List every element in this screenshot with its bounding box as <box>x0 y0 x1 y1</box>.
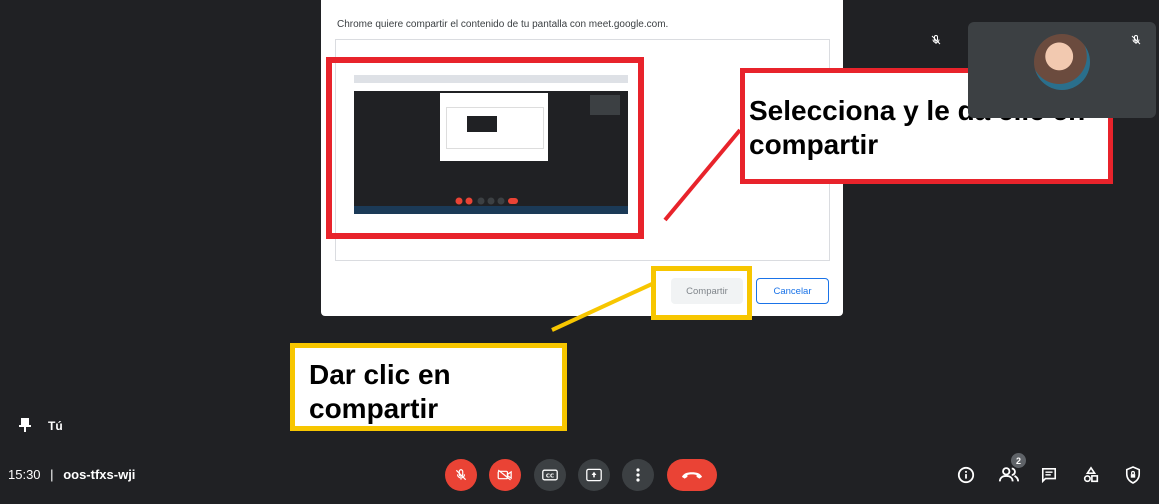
yellow-arrow-line <box>551 282 653 332</box>
avatar <box>1034 34 1090 90</box>
participant-tile[interactable] <box>968 22 1156 118</box>
yellow-highlight-box <box>651 266 752 320</box>
chat-button[interactable] <box>1038 464 1060 486</box>
host-controls-icon <box>1125 466 1141 484</box>
more-options-button[interactable] <box>622 459 654 491</box>
mic-off-icon <box>928 32 944 48</box>
present-icon <box>586 468 602 482</box>
leave-call-button[interactable] <box>667 459 717 491</box>
chat-icon <box>1041 467 1057 483</box>
present-button[interactable] <box>578 459 610 491</box>
people-icon <box>998 467 1020 482</box>
more-icon <box>636 468 640 482</box>
meeting-time: 15:30 <box>8 467 41 482</box>
svg-text:CC: CC <box>546 473 554 479</box>
captions-icon: CC <box>542 469 558 481</box>
captions-button[interactable]: CC <box>534 459 566 491</box>
self-tile-label: Tú <box>48 419 63 433</box>
mic-off-icon <box>1128 32 1144 48</box>
phone-hangup-icon <box>681 472 703 479</box>
yellow-callout: Dar clic en compartir <box>290 343 567 431</box>
people-count-badge: 2 <box>1011 453 1026 468</box>
red-highlight-box <box>326 57 644 239</box>
pin-icon <box>18 417 32 433</box>
host-controls-button[interactable] <box>1122 464 1144 486</box>
dialog-prompt: Chrome quiere compartir el contenido de … <box>337 19 669 30</box>
info-icon <box>957 466 975 484</box>
mic-off-icon <box>455 469 467 481</box>
mic-toggle-button[interactable] <box>445 459 477 491</box>
cancel-button[interactable]: Cancelar <box>756 278 829 304</box>
meeting-info: 15:30 | oos-tfxs-wji <box>8 467 135 482</box>
camera-off-icon <box>497 469 512 481</box>
camera-toggle-button[interactable] <box>489 459 521 491</box>
meeting-details-button[interactable] <box>955 464 977 486</box>
meeting-code: oos-tfxs-wji <box>63 467 136 482</box>
activities-button[interactable] <box>1080 464 1102 486</box>
activities-icon <box>1083 466 1099 483</box>
red-arrow-line <box>663 128 742 222</box>
meeting-separator: | <box>50 467 54 482</box>
